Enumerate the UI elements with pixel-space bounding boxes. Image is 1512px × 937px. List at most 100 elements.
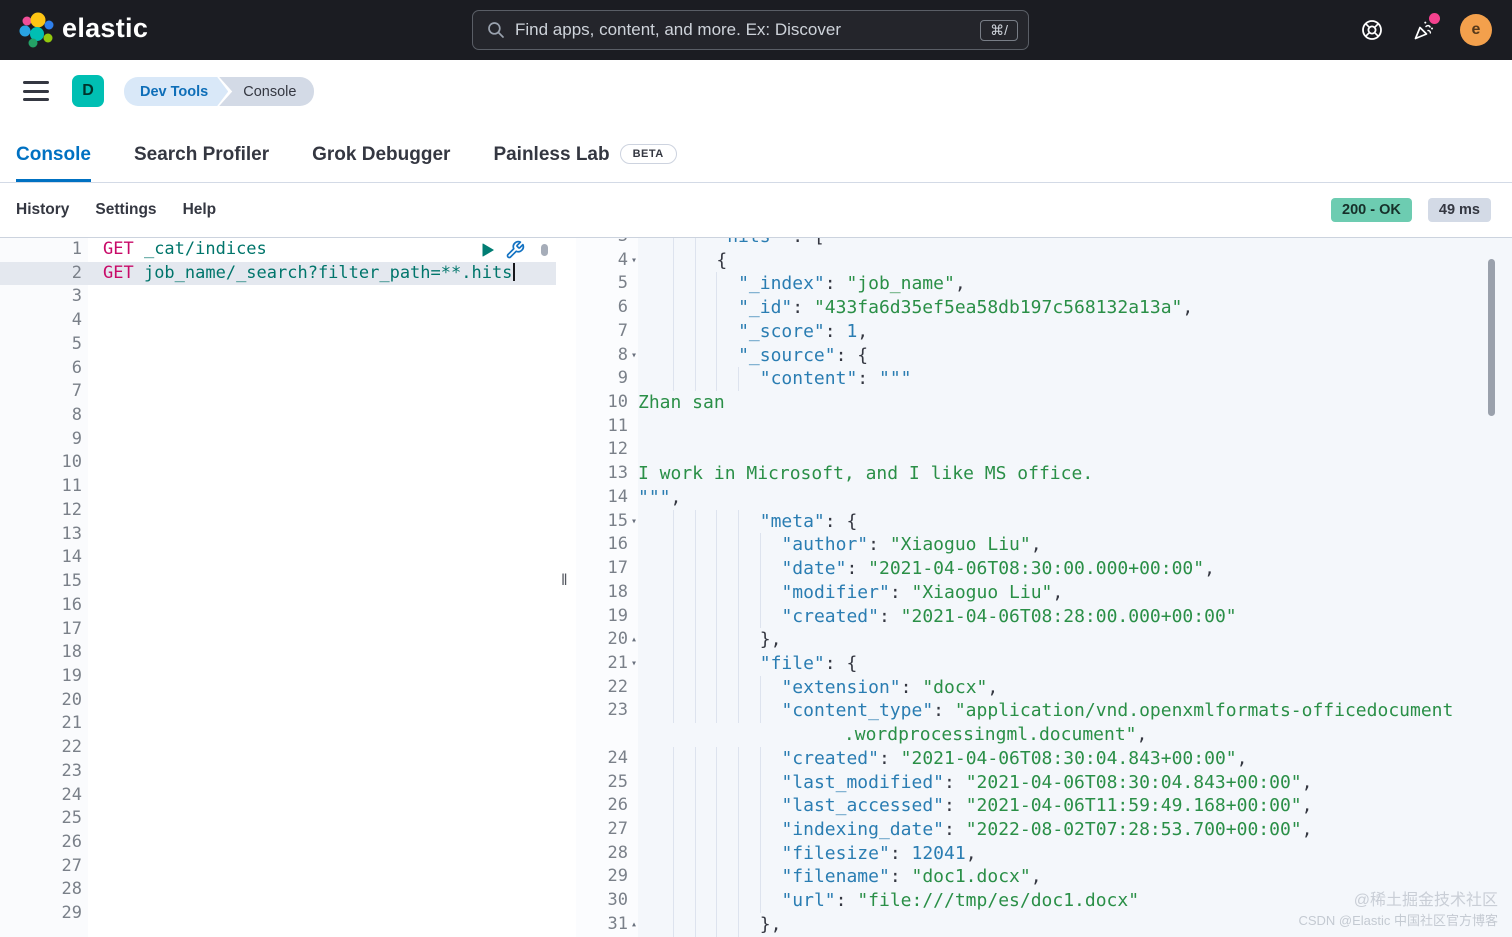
editor-code-line[interactable]: 12 — [0, 499, 556, 523]
fold-toggle-icon[interactable]: ▾ — [628, 249, 638, 273]
response-code-line[interactable]: 16"author": "Xiaoguo Liu", — [576, 533, 1512, 557]
global-search-input[interactable]: Find apps, content, and more. Ex: Discov… — [472, 10, 1029, 50]
editor-code-line[interactable]: 18 — [0, 641, 556, 665]
editor-code-line[interactable]: 24 — [0, 784, 556, 808]
fold-spacer — [628, 747, 638, 771]
line-number: 3 — [0, 285, 88, 309]
editor-code-line[interactable]: 8 — [0, 404, 556, 428]
fold-toggle-icon[interactable]: ▾ — [628, 652, 638, 676]
tab-console[interactable]: Console — [16, 144, 91, 182]
editor-code-line[interactable]: 6 — [0, 357, 556, 381]
line-number: 2 — [0, 262, 88, 286]
response-panel[interactable]: 3"hits" : [4▾{5"_index": "job_name",6"_i… — [576, 238, 1512, 937]
line-number: 11 — [0, 475, 88, 499]
response-scrollbar[interactable] — [1488, 259, 1495, 416]
dev-tools-tabs: Console Search Profiler Grok Debugger Pa… — [0, 122, 1512, 183]
response-code-line[interactable]: 25"last_modified": "2021-04-06T08:30:04.… — [576, 771, 1512, 795]
response-code-line[interactable]: 13I work in Microsoft, and I like MS off… — [576, 462, 1512, 486]
brand-name: elastic — [62, 13, 148, 44]
response-code-line[interactable]: 26"last_accessed": "2021-04-06T11:59:49.… — [576, 794, 1512, 818]
response-code-line[interactable]: 28"filesize": 12041, — [576, 842, 1512, 866]
response-code-line[interactable]: 17"date": "2021-04-06T08:30:00.000+00:00… — [576, 557, 1512, 581]
editor-code-line[interactable]: 28 — [0, 878, 556, 902]
editor-code-line[interactable]: 25 — [0, 807, 556, 831]
response-code-line[interactable]: .wordprocessingml.document", — [576, 723, 1512, 747]
fold-toggle-icon[interactable]: ▾ — [628, 510, 638, 534]
editor-code-line[interactable]: 16 — [0, 594, 556, 618]
search-shortcut-hint: ⌘/ — [980, 20, 1018, 41]
response-code-line[interactable]: 11 — [576, 415, 1512, 439]
watermark: @稀土掘金技术社区 CSDN @Elastic 中国社区官方博客 — [1298, 889, 1498, 931]
editor-code-line[interactable]: 7 — [0, 380, 556, 404]
response-code-line[interactable]: 27"indexing_date": "2022-08-02T07:28:53.… — [576, 818, 1512, 842]
response-code-line[interactable]: 29"filename": "doc1.docx", — [576, 865, 1512, 889]
response-code-line[interactable]: 8▾"_source": { — [576, 344, 1512, 368]
console-subnav: History Settings Help 200 - OK 49 ms — [0, 183, 1512, 237]
response-code-line[interactable]: 24"created": "2021-04-06T08:30:04.843+00… — [576, 747, 1512, 771]
response-code-line[interactable]: 9"content": """ — [576, 367, 1512, 391]
editor-grip-dot[interactable] — [541, 244, 548, 256]
response-code-line[interactable]: 3"hits" : [ — [576, 238, 1512, 249]
breadcrumb-dev-tools[interactable]: Dev Tools — [124, 77, 228, 106]
editor-code-line[interactable]: 14 — [0, 546, 556, 570]
editor-code-line[interactable]: 26 — [0, 831, 556, 855]
fold-toggle-icon[interactable]: ▾ — [628, 344, 638, 368]
breadcrumb: Dev Tools Console — [124, 77, 314, 106]
editor-code-line[interactable]: 23 — [0, 760, 556, 784]
editor-code-line[interactable]: 2GET job_name/_search?filter_path=**.hit… — [0, 262, 556, 286]
editor-code-line[interactable]: 11 — [0, 475, 556, 499]
response-code-line[interactable]: 5"_index": "job_name", — [576, 272, 1512, 296]
fold-toggle-icon[interactable]: ▴ — [628, 913, 638, 937]
editor-code-line[interactable]: 22 — [0, 736, 556, 760]
editor-code-line[interactable]: 13 — [0, 523, 556, 547]
editor-code-line[interactable]: 9 — [0, 428, 556, 452]
editor-code-line[interactable]: 15 — [0, 570, 556, 594]
user-avatar[interactable]: e — [1460, 14, 1492, 46]
response-code-line[interactable]: 22"extension": "docx", — [576, 676, 1512, 700]
fold-toggle-icon[interactable]: ▴ — [628, 628, 638, 652]
response-code-line[interactable]: 21▾"file": { — [576, 652, 1512, 676]
editor-code-line[interactable]: 21 — [0, 712, 556, 736]
line-number: 21 — [576, 652, 628, 676]
editor-code-line[interactable]: 3 — [0, 285, 556, 309]
editor-code-line[interactable]: 10 — [0, 451, 556, 475]
tab-search-profiler[interactable]: Search Profiler — [134, 144, 269, 182]
send-request-icon[interactable] — [480, 241, 496, 259]
response-code-line[interactable]: 7"_score": 1, — [576, 320, 1512, 344]
menu-icon[interactable] — [23, 81, 49, 101]
help-menu-item[interactable]: Help — [183, 201, 217, 219]
wrench-icon[interactable] — [505, 240, 525, 260]
line-number: 28 — [576, 842, 628, 866]
response-code-line[interactable]: 20▴}, — [576, 628, 1512, 652]
editor-code-line[interactable]: 20 — [0, 689, 556, 713]
editor-code-line[interactable]: 17 — [0, 618, 556, 642]
line-number: 12 — [576, 438, 628, 462]
help-icon[interactable] — [1360, 18, 1384, 42]
line-number: 7 — [0, 380, 88, 404]
response-code-line[interactable]: 14""", — [576, 486, 1512, 510]
response-code-line[interactable]: 4▾{ — [576, 249, 1512, 273]
tab-grok-debugger[interactable]: Grok Debugger — [312, 144, 450, 182]
response-code-line[interactable]: 15▾"meta": { — [576, 510, 1512, 534]
response-code-line[interactable]: 23"content_type": "application/vnd.openx… — [576, 699, 1512, 723]
response-code-line[interactable]: 12 — [576, 438, 1512, 462]
elastic-logo[interactable] — [14, 10, 58, 50]
response-code-line[interactable]: 19"created": "2021-04-06T08:28:00.000+00… — [576, 605, 1512, 629]
response-code-line[interactable]: 6"_id": "433fa6d35ef5ea58db197c568132a13… — [576, 296, 1512, 320]
panel-resizer[interactable]: ‖ — [556, 238, 576, 937]
editor-code-line[interactable]: 19 — [0, 665, 556, 689]
editor-code-line[interactable]: 1GET _cat/indices — [0, 238, 556, 262]
editor-code-line[interactable]: 5 — [0, 333, 556, 357]
deployment-badge[interactable]: D — [72, 75, 104, 107]
tab-painless-lab[interactable]: Painless LabBETA — [493, 144, 676, 182]
request-editor[interactable]: 1GET _cat/indices2GET job_name/_search?f… — [0, 238, 556, 937]
history-menu-item[interactable]: History — [16, 201, 69, 219]
editor-code-line[interactable]: 29 — [0, 902, 556, 926]
tab-painless-lab-label: Painless Lab — [493, 144, 609, 165]
settings-menu-item[interactable]: Settings — [95, 201, 156, 219]
response-code-line[interactable]: 10Zhan san — [576, 391, 1512, 415]
line-number: 5 — [0, 333, 88, 357]
response-code-line[interactable]: 18"modifier": "Xiaoguo Liu", — [576, 581, 1512, 605]
editor-code-line[interactable]: 27 — [0, 855, 556, 879]
editor-code-line[interactable]: 4 — [0, 309, 556, 333]
